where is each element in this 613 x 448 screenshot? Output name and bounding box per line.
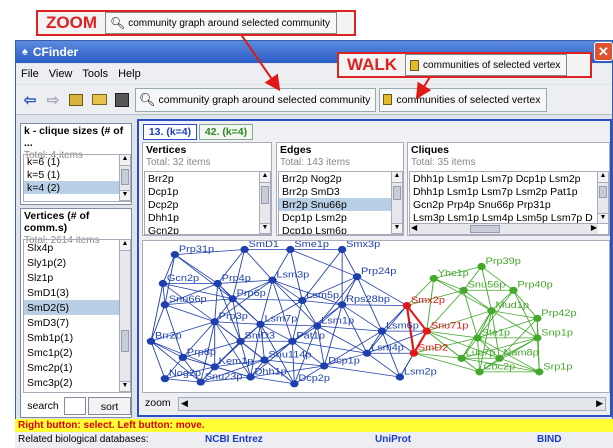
zoom-callout: ZOOM 🔍︎ community graph around selected … — [36, 10, 356, 36]
walk-callout-button: communities of selected vertex — [405, 54, 568, 76]
walk-callout: WALK communities of selected vertex — [337, 52, 592, 78]
walk-callout-button-label: communities of selected vertex — [423, 59, 561, 71]
magnifier-icon: 🔍︎ — [110, 16, 126, 30]
lock-icon — [410, 59, 420, 71]
walk-callout-title: WALK — [347, 55, 398, 74]
zoom-callout-button-label: community graph around selected communit… — [128, 17, 330, 29]
zoom-callout-title: ZOOM — [46, 13, 97, 32]
zoom-callout-button: 🔍︎ community graph around selected commu… — [105, 12, 337, 34]
walk-arrow — [415, 76, 432, 100]
zoom-arrow — [239, 32, 281, 92]
